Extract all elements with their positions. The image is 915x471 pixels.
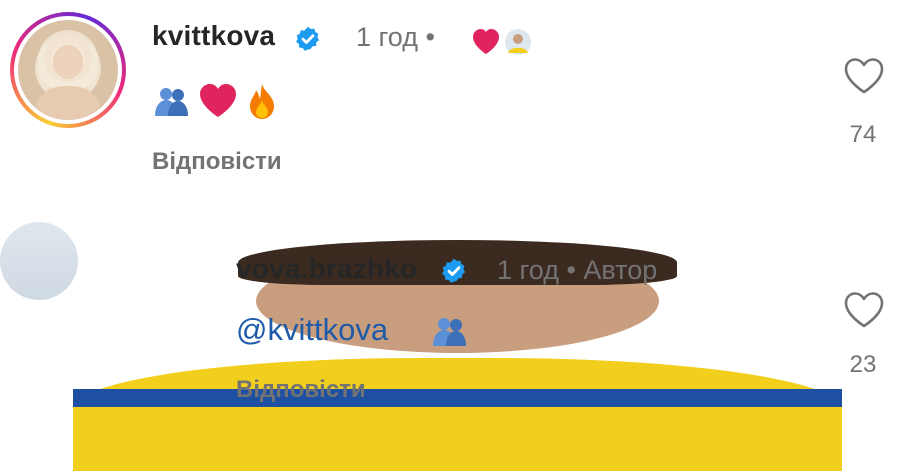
red-heart-icon <box>200 84 236 117</box>
heart-outline-icon[interactable] <box>842 290 886 330</box>
username[interactable]: vova.brazhko <box>236 253 417 285</box>
mention-link[interactable]: @kvittkova <box>236 312 388 347</box>
comment-meta: 1 год • Автор <box>497 255 658 285</box>
fire-icon <box>250 84 274 119</box>
verified-badge-icon <box>296 26 320 51</box>
like-count: 23 <box>849 351 877 378</box>
heart-outline-icon[interactable] <box>842 56 886 96</box>
username[interactable]: kvittkova <box>152 20 275 52</box>
avatar-body <box>36 86 100 120</box>
verified-badge-icon <box>442 258 466 283</box>
reply-button[interactable]: Відповісти <box>236 376 366 404</box>
reply-button[interactable]: Відповісти <box>152 148 282 176</box>
avatar[interactable] <box>0 222 842 471</box>
story-avatar[interactable] <box>10 12 126 128</box>
avatar-face <box>53 45 83 79</box>
comment-emojis <box>152 82 278 120</box>
comment-emojis <box>430 314 468 348</box>
comment-text: @kvittkova <box>236 312 388 348</box>
like-count: 74 <box>849 121 877 148</box>
people-hugging-icon <box>433 318 466 346</box>
avatar-inner <box>14 16 122 124</box>
comment-meta: 1 год • <box>356 22 435 52</box>
avatar-image <box>18 20 118 120</box>
author-liked-badge-icon <box>473 29 531 55</box>
people-hugging-icon <box>155 88 188 116</box>
comment-item: kvittkova 1 год • Відповісти 74 <box>0 0 915 210</box>
